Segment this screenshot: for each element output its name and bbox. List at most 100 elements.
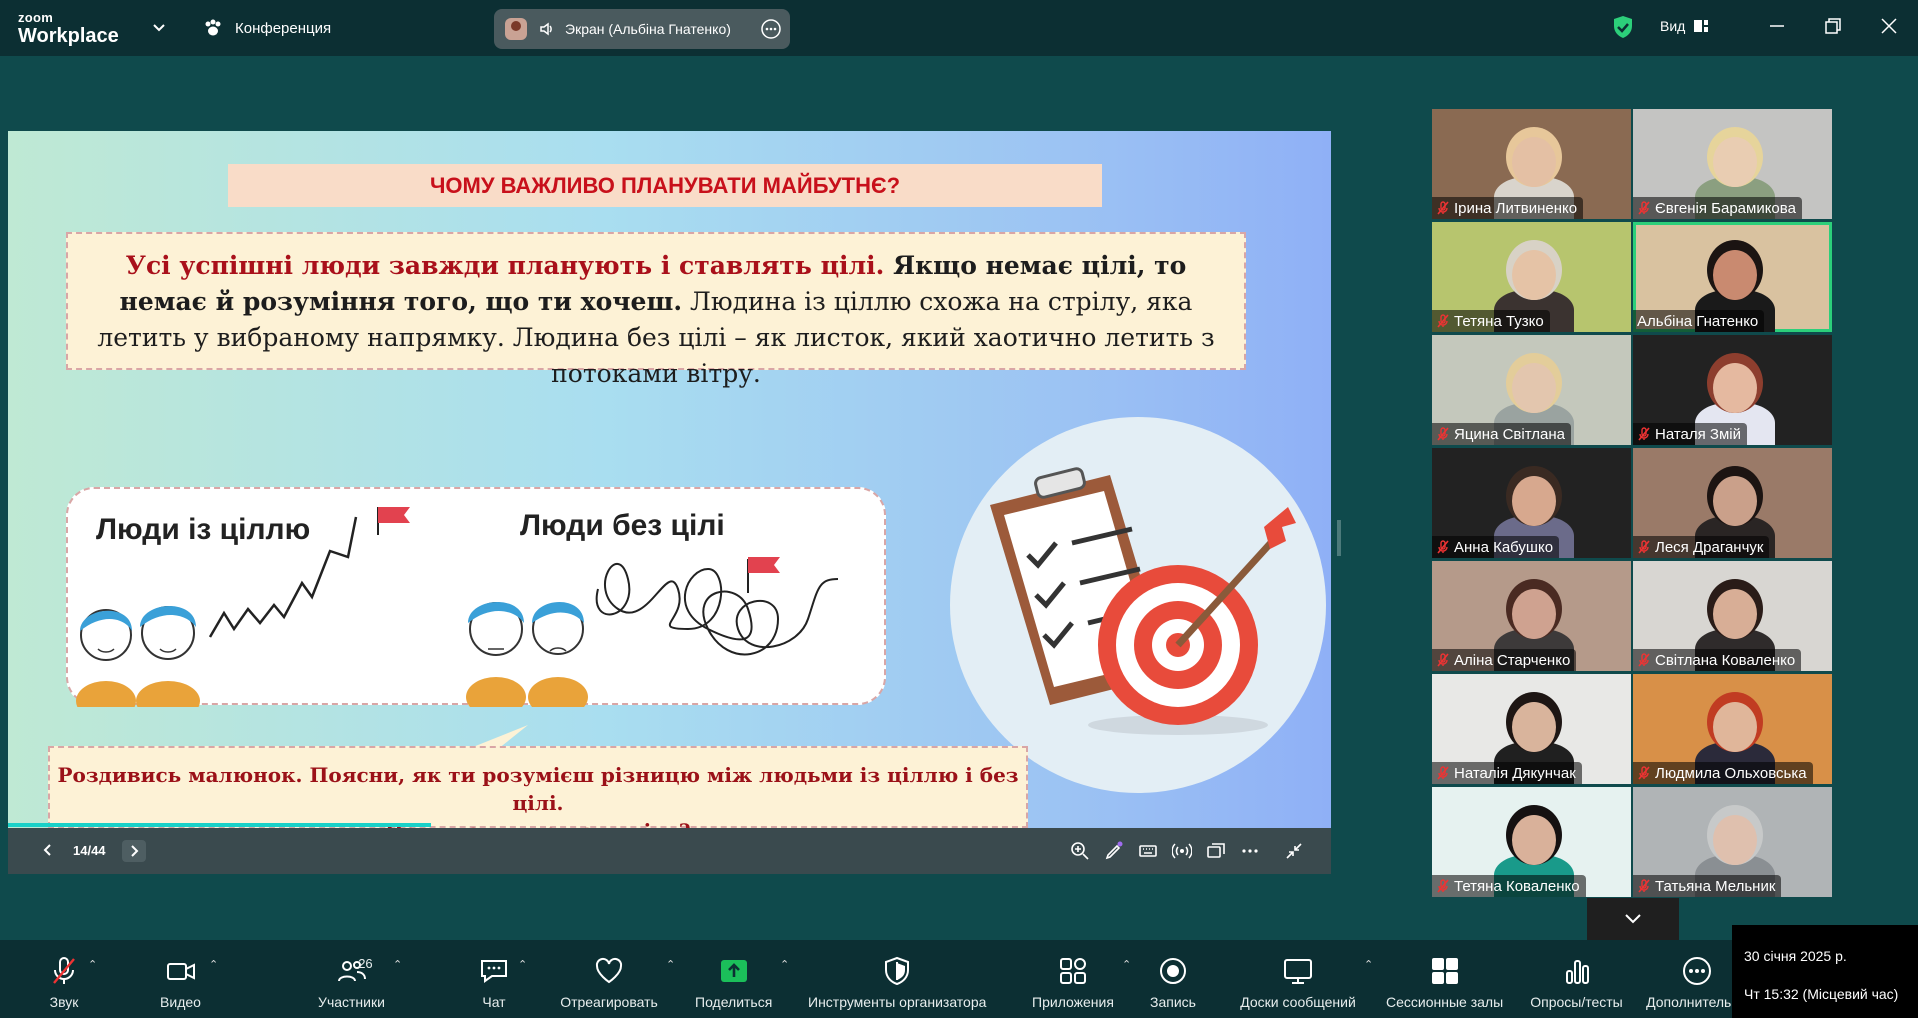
next-slide-icon[interactable] [122, 840, 146, 862]
toolbar-whiteboard-button[interactable]: Доски сообщений [1240, 954, 1356, 1010]
speaker-icon [540, 22, 552, 36]
zoom-in-icon[interactable] [1070, 841, 1090, 861]
participant-tile[interactable]: Світлана Коваленко [1633, 561, 1832, 671]
chevron-up-icon[interactable]: ⌃ [666, 958, 675, 971]
participant-tile[interactable]: Ірина Литвиненко [1432, 109, 1631, 219]
label-without-goal: Люди без цілі [520, 509, 725, 542]
toolbar-label: Чат [482, 994, 506, 1010]
participant-name: Аліна Старченко [1454, 651, 1571, 669]
participant-name-label: Тетяна Тузко [1432, 310, 1550, 332]
annotate-icon[interactable] [1104, 841, 1124, 861]
toolbar-participants-button[interactable]: 26 Участники [318, 954, 385, 1010]
share-icon [720, 960, 747, 982]
polls-icon [1565, 960, 1589, 984]
participant-name-label: Яцина Світлана [1432, 423, 1571, 445]
participant-name-label: Аліна Старченко [1432, 649, 1577, 671]
participant-tile[interactable]: Яцина Світлана [1432, 335, 1631, 445]
participant-tile[interactable]: Тетяна Коваленко [1432, 787, 1631, 897]
participant-tile[interactable]: Наталія Дякунчак [1432, 674, 1631, 784]
toolbar-record-button[interactable]: Запись [1150, 954, 1196, 1010]
keyboard-icon[interactable] [1138, 841, 1158, 861]
toolbar-chat-button[interactable]: Чат [478, 954, 510, 1010]
close-icon[interactable] [1880, 17, 1898, 35]
audio-share-icon[interactable] [1172, 841, 1192, 861]
participant-face [1713, 476, 1757, 526]
participant-tile[interactable]: Тетяна Тузко [1432, 222, 1631, 332]
previous-slide-icon[interactable] [38, 840, 58, 860]
participant-face [1512, 363, 1556, 413]
toolbar-apps-button[interactable]: Приложения [1032, 954, 1114, 1010]
toolbar-heart-button[interactable]: Отреагировать [560, 954, 658, 1010]
toolbar-shield-button[interactable]: Инструменты организатора [808, 954, 986, 1010]
chevron-up-icon[interactable]: ⌃ [1122, 958, 1131, 971]
slide-title: ЧОМУ ВАЖЛИВО ПЛАНУВАТИ МАЙБУТНЄ? [429, 172, 901, 198]
tangled-line [595, 563, 839, 656]
mic-muted-icon [1638, 879, 1650, 893]
participant-tile[interactable]: Людмила Ольховська [1633, 674, 1832, 784]
chevron-up-icon[interactable]: ⌃ [88, 958, 97, 971]
mic-muted-icon [1437, 427, 1449, 441]
participant-face [1713, 250, 1757, 300]
toolbar-label: Поделиться [695, 994, 773, 1010]
toolbar-video-button[interactable]: Видео [160, 954, 201, 1010]
task-box: Роздивись малюнок. Поясни, як ти розуміє… [48, 746, 1028, 843]
chevron-up-icon[interactable]: ⌃ [518, 958, 527, 971]
participant-tile[interactable]: Альбіна Гнатенко [1633, 222, 1832, 332]
heart-icon [595, 957, 623, 984]
participant-name-label: Леся Драганчук [1633, 536, 1770, 558]
participant-tile[interactable]: Євгенія Барамикова [1633, 109, 1832, 219]
meeting-info-button[interactable]: Конференция [203, 18, 331, 38]
toolbar-breakout-button[interactable]: Сессионные залы [1386, 954, 1503, 1010]
participant-tile[interactable]: Анна Кабушко [1432, 448, 1631, 558]
goal-flag-icon [747, 557, 780, 593]
participant-count: 26 [358, 956, 373, 971]
screen-share-indicator[interactable]: Экран (Альбіна Гнатенко) [494, 9, 790, 49]
participant-face [1713, 589, 1757, 639]
mic-muted-icon [1437, 201, 1449, 215]
chevron-up-icon[interactable]: ⌃ [393, 958, 402, 971]
participant-tile[interactable]: Леся Драганчук [1633, 448, 1832, 558]
toolbar-polls-button[interactable]: Опросы/тесты [1530, 954, 1623, 1010]
toolbar-label: Доски сообщений [1240, 994, 1356, 1010]
view-button[interactable]: Вид [1660, 18, 1709, 34]
more-icon[interactable] [1240, 841, 1260, 861]
slide-title-banner: ЧОМУ ВАЖЛИВО ПЛАНУВАТИ МАЙБУТНЄ? [228, 164, 1102, 207]
toolbar-label: Звук [49, 994, 79, 1010]
toolbar-share-button[interactable]: Поделиться [695, 954, 772, 1010]
participant-name: Ірина Литвиненко [1454, 199, 1578, 217]
chevron-up-icon[interactable]: ⌃ [1364, 958, 1373, 971]
participant-tile[interactable]: Татьяна Мельник [1633, 787, 1832, 897]
mic-muted-icon [1437, 879, 1449, 893]
security-shield-icon[interactable] [1612, 15, 1634, 39]
exit-fullscreen-icon[interactable] [1284, 841, 1304, 861]
chevron-up-icon[interactable]: ⌃ [780, 958, 789, 971]
optimize-video-icon[interactable] [1206, 841, 1226, 861]
top-bar: zoom Workplace Конференция Экран (Альбін… [0, 0, 1918, 56]
chevron-up-icon[interactable]: ⌃ [209, 958, 218, 971]
mic-muted-icon [1638, 540, 1650, 554]
restore-icon[interactable] [1824, 17, 1842, 35]
participant-name-label: Альбіна Гнатенко [1633, 310, 1765, 332]
participant-face [1512, 702, 1556, 752]
participant-name-label: Анна Кабушко [1432, 536, 1560, 558]
participant-tile[interactable]: Наталя Змій [1633, 335, 1832, 445]
text-red-part: Усі успішні люди завжди планують і ставл… [125, 251, 885, 280]
participant-name: Тетяна Коваленко [1454, 877, 1580, 895]
participant-name: Леся Драганчук [1655, 538, 1764, 556]
participant-name-label: Світлана Коваленко [1633, 649, 1802, 671]
participant-name: Світлана Коваленко [1655, 651, 1796, 669]
record-icon [1160, 958, 1186, 984]
minimize-icon[interactable] [1768, 17, 1786, 35]
meeting-label: Конференция [235, 19, 332, 37]
apps-icon [1060, 958, 1086, 984]
toolbar-label: Участники [318, 994, 385, 1010]
participant-tile[interactable]: Аліна Старченко [1432, 561, 1631, 671]
meeting-toolbar: Звук ⌃ Видео ⌃ 26 Участники ⌃ Чат ⌃ Отреагировать… [0, 940, 1918, 1018]
resize-handle[interactable] [1336, 520, 1342, 556]
toolbar-label: Видео [160, 994, 201, 1010]
toolbar-mic-muted-button[interactable]: Звук [48, 954, 80, 1010]
chevron-down-icon[interactable] [152, 20, 166, 34]
more-options-icon[interactable] [760, 18, 782, 40]
mic-muted-icon [1638, 201, 1650, 215]
expand-gallery-button[interactable] [1587, 898, 1679, 940]
